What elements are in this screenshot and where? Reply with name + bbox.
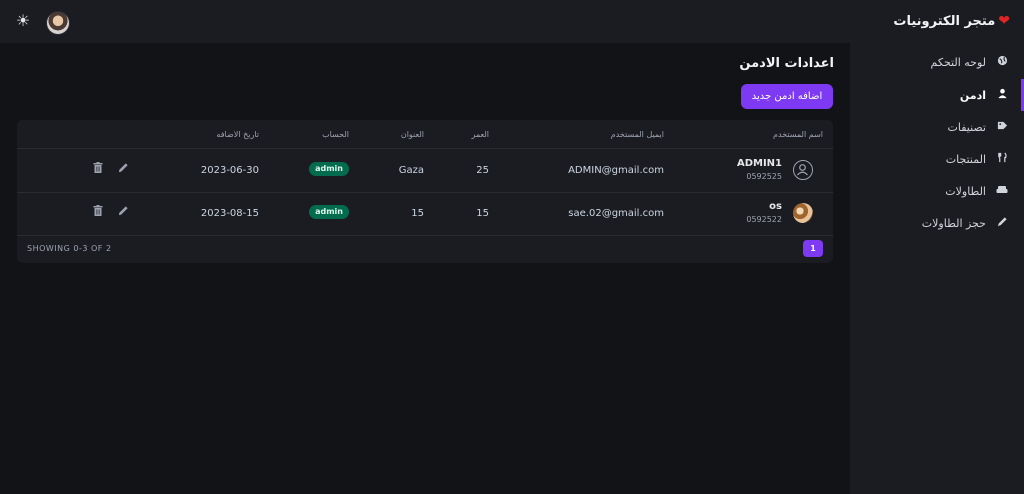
user-phone: 0592525 (746, 172, 782, 181)
date-added: 2023-08-15 (200, 208, 259, 219)
sidebar-item-label: لوحه التحكم (930, 55, 986, 69)
user-name: os (769, 201, 782, 212)
heart-icon: ❤ (998, 13, 1010, 29)
utensils-icon (996, 152, 1008, 166)
sofa-icon (996, 184, 1008, 198)
top-bar: ☀ ❤ متجر الكترونيات (0, 0, 1024, 43)
user-name: ADMIN1 (736, 158, 782, 169)
header-email: ايميل المستخدم (610, 130, 664, 139)
globe-icon (996, 55, 1008, 69)
table-header: اسم المستخدم ايميل المستخدم العمر العنوا… (17, 120, 833, 149)
admin-table: اسم المستخدم ايميل المستخدم العمر العنوا… (17, 120, 833, 263)
brand-name: متجر الكترونيات (893, 13, 996, 29)
date-added: 2023-06-30 (200, 165, 259, 176)
header-user: اسم المستخدم (773, 130, 823, 139)
header-date: تاريخ الاضافه (216, 130, 259, 139)
user-address: 15 (411, 208, 424, 219)
user-phone: 0592522 (746, 215, 782, 224)
trash-icon[interactable] (91, 162, 105, 176)
user-age: 15 (476, 208, 489, 219)
tag-icon (996, 120, 1008, 134)
sidebar-item-categories[interactable]: تصنيفات (850, 111, 1024, 143)
header-address: العنوان (400, 130, 424, 139)
user-avatar-icon (793, 160, 813, 180)
user-email: ADMIN@gmail.com (568, 165, 664, 176)
sun-icon[interactable]: ☀ (14, 12, 32, 30)
user-age: 25 (476, 165, 489, 176)
account-badge: admin (309, 205, 349, 219)
edit-icon[interactable] (116, 205, 130, 219)
sidebar-item-label: حجز الطاولات (921, 216, 986, 230)
edit-icon[interactable] (116, 162, 130, 176)
sidebar-item-label: المنتجات (945, 152, 986, 166)
sidebar: لوحه التحكم ادمن تصنيفات المنتجات الطاول… (850, 43, 1024, 494)
table-row: ADMIN1 0592525 ADMIN@gmail.com 25 Gaza a… (17, 149, 833, 193)
page-title: اعدادات الادمن (739, 56, 834, 71)
user-icon (996, 88, 1008, 102)
page-button-1[interactable]: 1 (803, 240, 823, 257)
pagination-summary: SHOWING 0-3 OF 2 (27, 244, 112, 253)
sidebar-item-label: الطاولات (945, 184, 986, 198)
user-avatar[interactable] (46, 11, 70, 35)
user-email: sae.02@gmail.com (568, 208, 664, 219)
sidebar-item-dashboard[interactable]: لوحه التحكم (850, 46, 1024, 78)
sidebar-item-table-booking[interactable]: حجز الطاولات (850, 207, 1024, 239)
sidebar-item-products[interactable]: المنتجات (850, 143, 1024, 175)
brand[interactable]: ❤ متجر الكترونيات (893, 11, 1010, 31)
table-footer: SHOWING 0-3 OF 2 1 (17, 235, 833, 263)
table-row: os 0592522 sae.02@gmail.com 15 15 admin … (17, 192, 833, 236)
account-badge: admin (309, 162, 349, 176)
add-admin-button[interactable]: اضافه ادمن جديد (741, 84, 833, 109)
pencil-icon (996, 216, 1008, 230)
sidebar-item-admin[interactable]: ادمن (850, 79, 1024, 111)
trash-icon[interactable] (91, 205, 105, 219)
sidebar-item-label: تصنيفات (947, 120, 986, 134)
header-account: الحساب (322, 130, 349, 139)
user-avatar-photo (793, 203, 813, 223)
sidebar-item-label: ادمن (959, 88, 986, 102)
user-address: Gaza (398, 165, 424, 176)
header-age: العمر (471, 130, 489, 139)
sidebar-item-tables[interactable]: الطاولات (850, 175, 1024, 207)
